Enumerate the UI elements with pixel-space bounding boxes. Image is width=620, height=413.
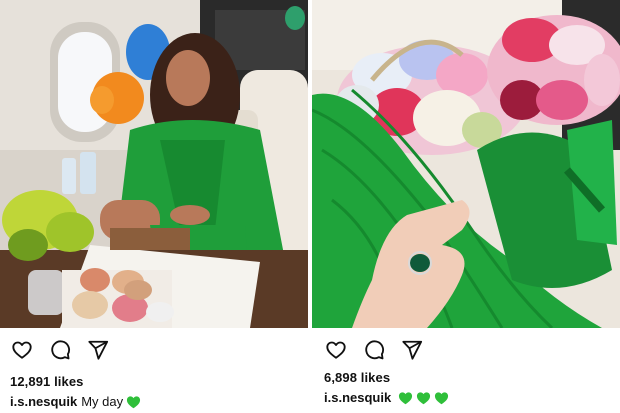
caption-username[interactable]: i.s.nesquik (324, 390, 391, 405)
caption-username[interactable]: i.s.nesquik (10, 394, 77, 409)
post-left: 12,891 likes i.s.nesquik My day (0, 0, 308, 413)
comment-bubble-icon (365, 340, 384, 360)
green-heart-emoji (435, 391, 449, 404)
caption-text: My day (81, 394, 124, 409)
post-right: 6,898 likes i.s.nesquik (312, 0, 620, 413)
post-actions (324, 339, 438, 361)
post-photo-flowers-green-bag[interactable] (312, 0, 620, 328)
paper-plane-icon (402, 340, 423, 360)
like-button[interactable] (324, 339, 348, 361)
post-caption: i.s.nesquik (324, 390, 449, 405)
share-button[interactable] (400, 339, 424, 361)
heart-outline-icon (326, 341, 346, 359)
heart-outline-icon (12, 341, 32, 359)
share-button[interactable] (86, 339, 110, 361)
green-heart-emoji (399, 391, 413, 404)
likes-count[interactable]: 12,891 likes (10, 374, 84, 389)
paper-plane-icon (88, 340, 109, 360)
comment-button[interactable] (48, 339, 72, 361)
green-heart-emoji (417, 391, 431, 404)
post-photo-jet-interior[interactable] (0, 0, 308, 328)
comment-button[interactable] (362, 339, 386, 361)
likes-count[interactable]: 6,898 likes (324, 370, 390, 385)
comment-bubble-icon (51, 340, 70, 360)
green-heart-emoji (127, 395, 141, 408)
like-button[interactable] (10, 339, 34, 361)
post-actions (10, 339, 124, 361)
post-caption: i.s.nesquik My day (10, 394, 141, 409)
